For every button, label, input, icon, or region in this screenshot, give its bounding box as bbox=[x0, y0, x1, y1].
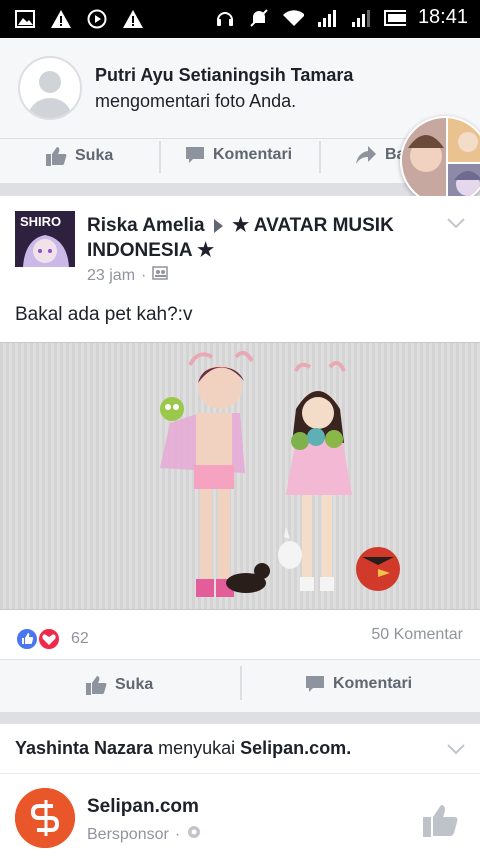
clock: 18:41 bbox=[417, 6, 468, 28]
like-button[interactable]: Suka bbox=[85, 674, 153, 696]
post-header: Riska Amelia ★ AVATAR MUSIK INDONESIA ★ bbox=[87, 213, 437, 263]
liked-page-name[interactable]: Selipan.com. bbox=[240, 738, 351, 758]
page-name[interactable]: Selipan.com bbox=[87, 796, 199, 818]
thumbs-up-icon bbox=[423, 805, 458, 837]
comment-label: Komentari bbox=[213, 146, 293, 163]
mute-icon bbox=[248, 7, 270, 29]
group-audience-icon bbox=[152, 266, 169, 285]
like-button[interactable]: Suka bbox=[45, 145, 113, 167]
friend-name[interactable]: Yashinta Nazara bbox=[15, 738, 153, 758]
post-meta: 23 jam · bbox=[87, 266, 169, 285]
divider bbox=[319, 141, 321, 173]
headset-icon bbox=[214, 7, 236, 29]
signal-icon bbox=[350, 7, 372, 29]
divider bbox=[240, 666, 242, 700]
like-label: Suka bbox=[75, 147, 114, 164]
author-avatar[interactable]: SHIRO bbox=[15, 211, 75, 267]
context-verb: menyukai bbox=[158, 738, 236, 758]
comment-notification[interactable]: Putri Ayu Setianingsih Tamara mengomenta… bbox=[0, 38, 480, 206]
avatar[interactable] bbox=[18, 56, 82, 120]
post-actions: Suka Komentari bbox=[0, 659, 480, 712]
avatar-characters-image bbox=[0, 343, 480, 609]
reaction-icons bbox=[15, 626, 63, 652]
post-text: Bakal ada pet kah?:v bbox=[15, 304, 193, 325]
page-logo[interactable] bbox=[15, 788, 75, 848]
divider bbox=[0, 773, 480, 774]
chevron-down-icon[interactable] bbox=[446, 742, 466, 760]
comment-button[interactable]: Komentari bbox=[185, 145, 292, 165]
wifi-icon bbox=[282, 7, 304, 29]
chat-head-avatar bbox=[402, 118, 480, 204]
commenter-name[interactable]: Putri Ayu Setianingsih Tamara bbox=[95, 65, 353, 86]
divider bbox=[159, 141, 161, 173]
page-like-button[interactable] bbox=[422, 802, 458, 843]
comments-count[interactable]: 50 Komentar bbox=[371, 626, 463, 644]
gear-icon bbox=[186, 824, 202, 845]
sponsored-text[interactable]: Bersponsor bbox=[87, 826, 169, 844]
social-context: Yashinta Nazara menyukai Selipan.com. bbox=[15, 738, 351, 759]
signal-icon bbox=[316, 7, 338, 29]
share-icon bbox=[356, 146, 376, 164]
play-icon bbox=[86, 8, 108, 30]
author-name[interactable]: Riska Amelia bbox=[87, 215, 205, 236]
post-time[interactable]: 23 jam bbox=[87, 267, 135, 285]
notification-text: mengomentari foto Anda. bbox=[95, 91, 297, 111]
comment-label: Komentari bbox=[333, 675, 413, 692]
arrow-right-icon bbox=[213, 218, 223, 233]
post-photo[interactable] bbox=[0, 342, 480, 610]
chat-head-bubble[interactable] bbox=[400, 116, 480, 206]
sponsored-label: Bersponsor · bbox=[87, 824, 202, 845]
like-label: Suka bbox=[115, 676, 154, 693]
status-bar: 18:41 bbox=[0, 0, 480, 38]
comment-icon bbox=[306, 676, 324, 692]
comment-button[interactable]: Komentari bbox=[305, 674, 412, 694]
thumbs-up-icon bbox=[46, 147, 67, 166]
gallery-icon bbox=[14, 8, 36, 30]
warning-icon bbox=[50, 8, 72, 30]
chevron-down-icon[interactable] bbox=[446, 216, 466, 234]
battery-icon bbox=[383, 7, 406, 29]
reactions-count: 62 bbox=[71, 630, 89, 647]
thumbs-up-icon bbox=[86, 676, 107, 695]
comment-icon bbox=[186, 147, 204, 163]
reactions-summary[interactable]: 62 bbox=[15, 626, 89, 652]
feed-post: SHIRO Riska Amelia ★ AVATAR MUSIK INDONE… bbox=[0, 196, 480, 712]
warning-icon bbox=[122, 8, 144, 30]
avatar-text: SHIRO bbox=[20, 214, 61, 229]
sponsored-story: Yashinta Nazara menyukai Selipan.com. Se… bbox=[0, 724, 480, 854]
